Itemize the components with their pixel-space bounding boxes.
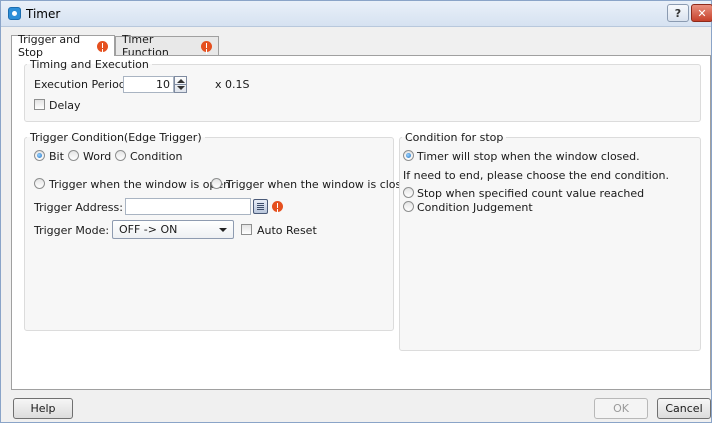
delay-checkbox[interactable] [34, 99, 45, 110]
radio-bit[interactable] [34, 150, 45, 161]
radio-condition-judgement[interactable] [403, 201, 414, 212]
radio-timer-stop-label: Timer will stop when the window closed. [417, 150, 640, 163]
radio-stop-count-label: Stop when specified count value reached [417, 187, 645, 200]
radio-trigger-window-open[interactable] [34, 178, 45, 189]
timer-app-icon [8, 7, 21, 20]
close-button[interactable]: ✕ [691, 4, 712, 22]
radio-condition[interactable] [115, 150, 126, 161]
trigger-mode-label: Trigger Mode: [34, 224, 110, 237]
title-help-button[interactable]: ? [667, 4, 689, 22]
trigger-address-label: Trigger Address: [34, 201, 123, 214]
window-title: Timer [26, 7, 61, 21]
radio-trigger-window-closed-label: Trigger when the window is closed [226, 178, 416, 191]
tab-label: Trigger and Stop [18, 33, 81, 59]
timer-dialog: Timer ? ✕ Trigger and Stop Timer Functio… [0, 0, 712, 423]
delay-label: Delay [49, 99, 81, 112]
warning-icon [97, 40, 108, 52]
trigger-mode-select[interactable]: OFF -> ON [112, 220, 234, 239]
trigger-condition-legend: Trigger Condition(Edge Trigger) [30, 131, 202, 144]
spin-down-icon [177, 86, 185, 90]
cancel-button[interactable]: Cancel [657, 398, 711, 419]
auto-reset-label: Auto Reset [257, 224, 317, 237]
ok-button[interactable]: OK [594, 398, 648, 419]
execution-period-value: 10 [156, 78, 170, 91]
execution-period-label: Execution Period: [34, 78, 130, 91]
execution-period-input[interactable]: 10 [123, 76, 174, 93]
tab-timer-function[interactable]: Timer Function [115, 33, 219, 59]
radio-condition-label: Condition [130, 150, 183, 163]
spin-up-icon [177, 79, 185, 83]
warning-icon [201, 40, 212, 52]
chevron-down-icon [219, 228, 227, 232]
execution-period-spinner[interactable] [174, 76, 187, 93]
condition-for-stop-group: Condition for stop [399, 131, 701, 351]
help-button[interactable]: Help [13, 398, 73, 419]
radio-bit-label: Bit [49, 150, 64, 163]
auto-reset-checkbox[interactable] [241, 224, 252, 235]
radio-word[interactable] [68, 150, 79, 161]
radio-timer-stop-window-closed[interactable] [403, 150, 414, 161]
stop-hint-text: If need to end, please choose the end co… [403, 169, 669, 182]
title-bar: Timer ? ✕ [1, 1, 712, 27]
trigger-address-input[interactable] [125, 198, 251, 215]
tab-trigger-and-stop[interactable]: Trigger and Stop [11, 33, 115, 59]
timing-group-legend: Timing and Execution [30, 58, 149, 71]
radio-word-label: Word [83, 150, 112, 163]
radio-condition-judgement-label: Condition Judgement [417, 201, 533, 214]
radio-trigger-window-closed[interactable] [211, 178, 222, 189]
trigger-mode-value: OFF -> ON [119, 223, 178, 236]
warning-icon [272, 201, 283, 212]
tab-panel-trigger-and-stop: Timing and Execution Execution Period: 1… [11, 55, 711, 390]
radio-stop-count[interactable] [403, 187, 414, 198]
address-picker-icon[interactable] [253, 199, 268, 214]
radio-trigger-window-open-label: Trigger when the window is open [49, 178, 231, 191]
condition-for-stop-legend: Condition for stop [405, 131, 504, 144]
execution-period-unit: x 0.1S [215, 78, 250, 91]
